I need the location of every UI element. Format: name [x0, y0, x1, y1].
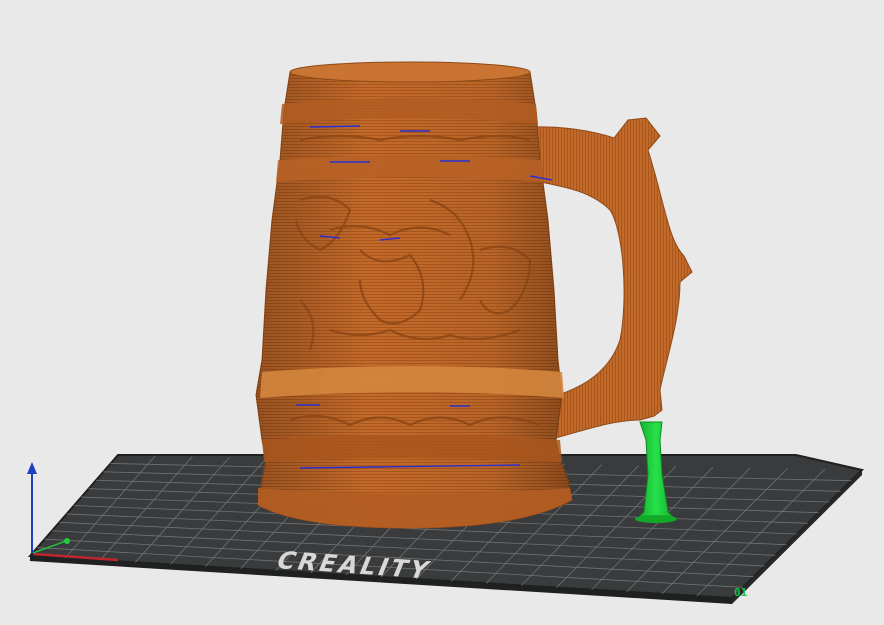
mug-model[interactable] — [255, 61, 573, 529]
scene-canvas[interactable]: CREALITY 01 — [0, 0, 884, 625]
mug-rim — [289, 61, 531, 83]
lower-band — [262, 435, 562, 462]
support-base — [635, 515, 677, 523]
z-axis-arrow-icon — [27, 462, 37, 474]
bed-plate-number: 01 — [734, 586, 748, 599]
3d-viewport[interactable]: CREALITY 01 — [0, 0, 884, 625]
